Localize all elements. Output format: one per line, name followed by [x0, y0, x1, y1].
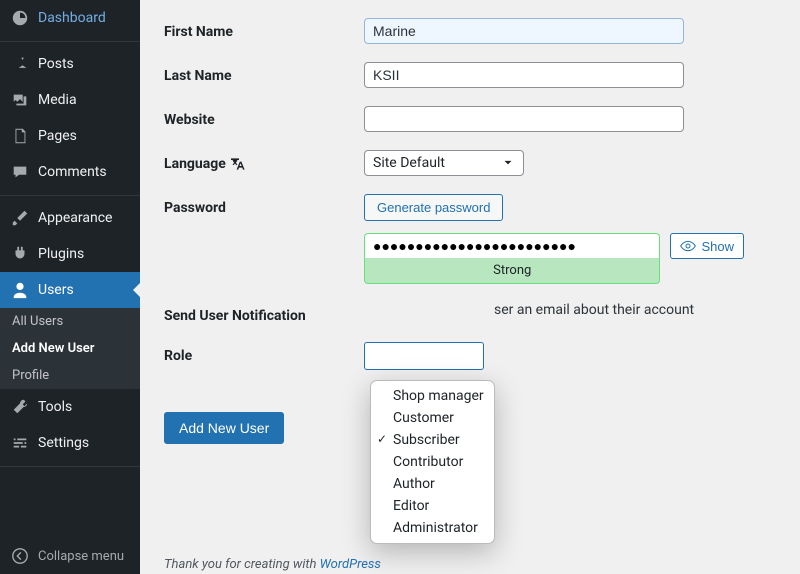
- first-name-input[interactable]: [364, 18, 684, 44]
- sidebar-item-label: Appearance: [38, 210, 112, 226]
- sidebar-item-label: Comments: [38, 164, 107, 180]
- language-label: Language: [164, 150, 364, 172]
- wrench-icon: [10, 397, 30, 417]
- role-option-shop-manager[interactable]: Shop manager: [371, 385, 494, 407]
- language-label-text: Language: [164, 156, 226, 172]
- add-new-user-button[interactable]: Add New User: [164, 412, 284, 444]
- sidebar-item-label: Tools: [38, 399, 72, 415]
- language-select[interactable]: Site Default: [364, 150, 524, 176]
- generate-password-button[interactable]: Generate password: [364, 194, 503, 221]
- sidebar-item-plugins[interactable]: Plugins: [0, 236, 140, 272]
- sidebar-item-media[interactable]: Media: [0, 82, 140, 118]
- last-name-label: Last Name: [164, 62, 364, 84]
- language-value: Site Default: [373, 155, 445, 171]
- footer-credit: Thank you for creating with WordPress: [164, 557, 381, 572]
- password-input[interactable]: [364, 233, 660, 258]
- pushpin-icon: [10, 54, 30, 74]
- role-label: Role: [164, 342, 364, 364]
- comment-icon: [10, 162, 30, 182]
- submenu-add-new-user[interactable]: Add New User: [0, 335, 140, 362]
- sidebar-item-label: Dashboard: [38, 10, 106, 26]
- sidebar-item-pages[interactable]: Pages: [0, 118, 140, 154]
- chevron-down-icon: [501, 156, 515, 170]
- translate-icon: [229, 156, 247, 172]
- admin-sidebar: Dashboard Posts Media Pages Comments App…: [0, 0, 140, 574]
- show-label: Show: [701, 239, 734, 254]
- sidebar-item-comments[interactable]: Comments: [0, 154, 140, 190]
- website-label: Website: [164, 106, 364, 128]
- role-option-customer[interactable]: Customer: [371, 407, 494, 429]
- sidebar-item-label: Pages: [38, 128, 77, 144]
- menu-separator: [0, 466, 140, 471]
- footer-wordpress-link[interactable]: WordPress: [320, 557, 381, 572]
- last-name-input[interactable]: [364, 62, 684, 88]
- role-option-contributor[interactable]: Contributor: [371, 451, 494, 473]
- role-select[interactable]: [364, 342, 484, 370]
- sidebar-item-label: Plugins: [38, 246, 84, 262]
- dashboard-icon: [10, 8, 30, 28]
- role-option-author[interactable]: Author: [371, 473, 494, 495]
- first-name-label: First Name: [164, 18, 364, 40]
- password-strength-meter: Strong: [364, 258, 660, 284]
- brush-icon: [10, 208, 30, 228]
- role-option-subscriber[interactable]: Subscriber: [371, 429, 494, 451]
- role-dropdown-menu: Shop manager Customer Subscriber Contrib…: [370, 380, 495, 544]
- sidebar-item-users[interactable]: Users: [0, 272, 140, 308]
- role-option-editor[interactable]: Editor: [371, 495, 494, 517]
- collapse-menu-button[interactable]: Collapse menu: [0, 538, 140, 574]
- sidebar-item-tools[interactable]: Tools: [0, 389, 140, 425]
- eye-icon: [680, 238, 696, 254]
- role-option-administrator[interactable]: Administrator: [371, 517, 494, 539]
- sidebar-item-posts[interactable]: Posts: [0, 46, 140, 82]
- sidebar-item-dashboard[interactable]: Dashboard: [0, 0, 140, 36]
- show-password-button[interactable]: Show: [670, 233, 744, 259]
- footer-prefix: Thank you for creating with: [164, 557, 320, 572]
- notification-label: Send User Notification: [164, 302, 364, 324]
- page-icon: [10, 126, 30, 146]
- settings-icon: [10, 433, 30, 453]
- submenu-all-users[interactable]: All Users: [0, 308, 140, 335]
- sidebar-item-label: Settings: [38, 435, 89, 451]
- sidebar-item-appearance[interactable]: Appearance: [0, 200, 140, 236]
- sidebar-item-label: Posts: [38, 56, 74, 72]
- collapse-icon: [10, 546, 30, 566]
- media-icon: [10, 90, 30, 110]
- plug-icon: [10, 244, 30, 264]
- sidebar-item-settings[interactable]: Settings: [0, 425, 140, 461]
- users-submenu: All Users Add New User Profile: [0, 308, 140, 389]
- sidebar-item-label: Users: [38, 282, 74, 298]
- collapse-label: Collapse menu: [38, 549, 124, 564]
- website-input[interactable]: [364, 106, 684, 132]
- sidebar-item-label: Media: [38, 92, 77, 108]
- notification-text: ser an email about their account: [494, 302, 694, 318]
- user-icon: [10, 280, 30, 300]
- password-label: Password: [164, 194, 364, 216]
- submenu-profile[interactable]: Profile: [0, 362, 140, 389]
